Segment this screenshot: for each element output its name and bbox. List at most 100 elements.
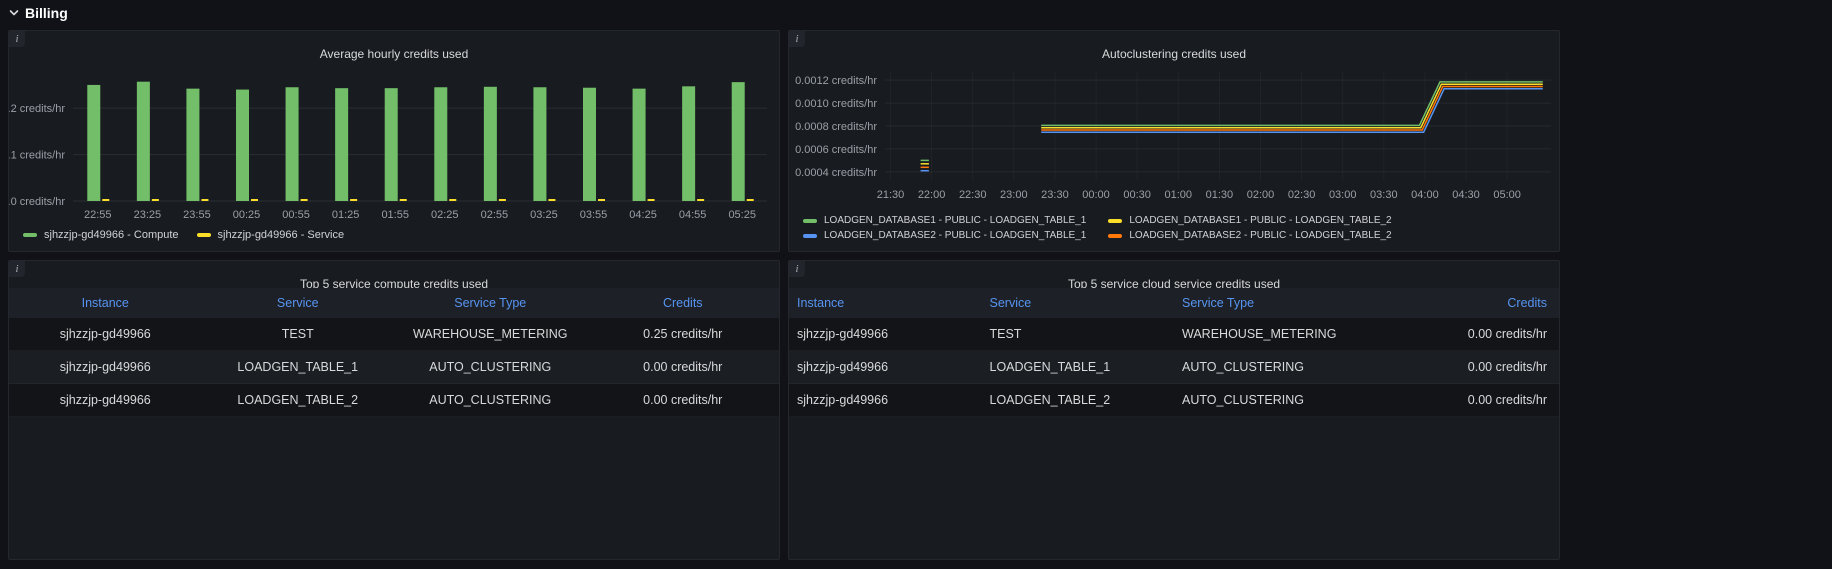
x-tick-label: 22:55 bbox=[84, 209, 112, 221]
table-cell: 0.25 credits/hr bbox=[587, 318, 780, 351]
panel-autoclustering-credits: i Autoclustering credits used 0.0004 cre… bbox=[788, 30, 1560, 252]
table-row: sjhzzjp-gd49966 LOADGEN_TABLE_1 AUTO_CLU… bbox=[789, 351, 1559, 384]
info-glyph: i bbox=[15, 33, 18, 45]
legend-item-db1-table1[interactable]: LOADGEN_DATABASE1 - PUBLIC - LOADGEN_TAB… bbox=[803, 215, 1086, 226]
column-header-service-type[interactable]: Service Type bbox=[1174, 288, 1367, 318]
bar-compute[interactable] bbox=[533, 87, 546, 201]
x-tick-label: 03:25 bbox=[530, 209, 558, 221]
y-tick-label: 0.2 credits/hr bbox=[9, 103, 65, 115]
bar-service[interactable] bbox=[697, 199, 704, 201]
table-cell: sjhzzjp-gd49966 bbox=[9, 384, 202, 417]
x-tick-label: 02:25 bbox=[431, 209, 459, 221]
legend-color-marker bbox=[803, 234, 817, 238]
legend-item-compute[interactable]: sjhzzjp-gd49966 - Compute bbox=[23, 229, 179, 241]
bar-service[interactable] bbox=[350, 199, 357, 201]
bar-compute[interactable] bbox=[385, 88, 398, 201]
panel-info-icon[interactable]: i bbox=[9, 261, 25, 277]
line-chart[interactable]: 0.0004 credits/hr0.0006 credits/hr0.0008… bbox=[789, 59, 1559, 211]
table-cell: 0.00 credits/hr bbox=[587, 351, 780, 384]
bar-chart[interactable]: 0.0 credits/hr0.1 credits/hr0.2 credits/… bbox=[9, 59, 779, 227]
legend-item-db1-table2[interactable]: LOADGEN_DATABASE1 - PUBLIC - LOADGEN_TAB… bbox=[1108, 215, 1391, 226]
bar-service[interactable] bbox=[251, 199, 258, 201]
legend-label: LOADGEN_DATABASE1 - PUBLIC - LOADGEN_TAB… bbox=[824, 215, 1086, 226]
bar-compute[interactable] bbox=[682, 86, 695, 201]
column-header-service-type[interactable]: Service Type bbox=[394, 288, 587, 318]
legend-label: sjhzzjp-gd49966 - Compute bbox=[44, 229, 179, 241]
bar-compute[interactable] bbox=[583, 88, 596, 201]
legend-color-marker bbox=[1108, 234, 1122, 238]
bar-service[interactable] bbox=[102, 199, 109, 201]
column-header-instance[interactable]: Instance bbox=[789, 288, 982, 318]
table-row: sjhzzjp-gd49966 LOADGEN_TABLE_2 AUTO_CLU… bbox=[9, 384, 779, 417]
legend-label: LOADGEN_DATABASE2 - PUBLIC - LOADGEN_TAB… bbox=[1129, 230, 1391, 241]
x-tick-label: 04:25 bbox=[629, 209, 657, 221]
table-cell: WAREHOUSE_METERING bbox=[394, 318, 587, 351]
bar-service[interactable] bbox=[449, 199, 456, 201]
bar-compute[interactable] bbox=[434, 87, 447, 201]
table-cell: 0.00 credits/hr bbox=[1367, 318, 1560, 351]
bar-service[interactable] bbox=[152, 199, 159, 201]
panel-info-icon[interactable]: i bbox=[789, 31, 805, 47]
column-header-instance[interactable]: Instance bbox=[9, 288, 202, 318]
x-tick-label: 05:00 bbox=[1493, 189, 1521, 201]
bar-service[interactable] bbox=[201, 199, 208, 201]
x-tick-label: 21:30 bbox=[877, 189, 905, 201]
table-cell: sjhzzjp-gd49966 bbox=[789, 318, 982, 351]
bar-compute[interactable] bbox=[732, 82, 745, 201]
y-tick-label: 0.0010 credits/hr bbox=[795, 98, 877, 110]
x-tick-label: 00:25 bbox=[233, 209, 261, 221]
series-line[interactable] bbox=[1041, 84, 1543, 128]
x-tick-label: 04:00 bbox=[1411, 189, 1439, 201]
x-tick-label: 05:25 bbox=[728, 209, 756, 221]
bar-service[interactable] bbox=[400, 199, 407, 201]
bar-chart-canvas[interactable]: 0.0 credits/hr0.1 credits/hr0.2 credits/… bbox=[9, 59, 779, 227]
legend-color-marker bbox=[803, 219, 817, 223]
bar-service[interactable] bbox=[598, 199, 605, 201]
x-tick-label: 02:30 bbox=[1288, 189, 1316, 201]
chart-legend: LOADGEN_DATABASE1 - PUBLIC - LOADGEN_TAB… bbox=[803, 215, 1392, 241]
legend-item-db2-table1[interactable]: LOADGEN_DATABASE2 - PUBLIC - LOADGEN_TAB… bbox=[803, 230, 1086, 241]
table-cell: AUTO_CLUSTERING bbox=[1174, 384, 1367, 417]
legend-color-marker bbox=[1108, 219, 1122, 223]
bar-service[interactable] bbox=[648, 199, 655, 201]
column-header-service[interactable]: Service bbox=[982, 288, 1175, 318]
y-tick-label: 0.0004 credits/hr bbox=[795, 167, 877, 179]
legend-label: LOADGEN_DATABASE1 - PUBLIC - LOADGEN_TAB… bbox=[1129, 215, 1391, 226]
table-cell: TEST bbox=[202, 318, 395, 351]
x-tick-label: 01:55 bbox=[381, 209, 409, 221]
panel-info-icon[interactable]: i bbox=[9, 31, 25, 47]
panel-info-icon[interactable]: i bbox=[789, 261, 805, 277]
bar-service[interactable] bbox=[747, 199, 754, 201]
bar-compute[interactable] bbox=[484, 87, 497, 201]
column-header-credits[interactable]: Credits bbox=[587, 288, 780, 318]
bar-compute[interactable] bbox=[286, 87, 299, 201]
legend-label: sjhzzjp-gd49966 - Service bbox=[218, 229, 345, 241]
table-cell: sjhzzjp-gd49966 bbox=[789, 351, 982, 384]
table-row: sjhzzjp-gd49966 LOADGEN_TABLE_2 AUTO_CLU… bbox=[789, 384, 1559, 417]
column-header-credits[interactable]: Credits bbox=[1367, 288, 1560, 318]
series-line[interactable] bbox=[1041, 87, 1543, 131]
bar-compute[interactable] bbox=[186, 89, 199, 201]
line-chart-canvas[interactable]: 0.0004 credits/hr0.0006 credits/hr0.0008… bbox=[789, 59, 1559, 211]
bar-compute[interactable] bbox=[87, 85, 100, 201]
table-cell: sjhzzjp-gd49966 bbox=[9, 351, 202, 384]
column-header-service[interactable]: Service bbox=[202, 288, 395, 318]
y-tick-label: 0.0006 credits/hr bbox=[795, 144, 877, 156]
bar-compute[interactable] bbox=[633, 89, 646, 201]
bar-service[interactable] bbox=[499, 199, 506, 201]
bar-compute[interactable] bbox=[137, 82, 150, 201]
legend-item-db2-table2[interactable]: LOADGEN_DATABASE2 - PUBLIC - LOADGEN_TAB… bbox=[1108, 230, 1391, 241]
bar-service[interactable] bbox=[548, 199, 555, 201]
bar-compute[interactable] bbox=[335, 88, 348, 201]
table-cell: 0.00 credits/hr bbox=[1367, 384, 1560, 417]
bar-compute[interactable] bbox=[236, 90, 249, 201]
bar-service[interactable] bbox=[301, 199, 308, 201]
x-tick-label: 03:30 bbox=[1370, 189, 1398, 201]
legend-label: LOADGEN_DATABASE2 - PUBLIC - LOADGEN_TAB… bbox=[824, 230, 1086, 241]
x-tick-label: 03:55 bbox=[580, 209, 608, 221]
y-tick-label: 0.1 credits/hr bbox=[9, 150, 65, 162]
legend-item-service[interactable]: sjhzzjp-gd49966 - Service bbox=[197, 229, 345, 241]
table-cell: 0.00 credits/hr bbox=[587, 384, 780, 417]
row-header-billing[interactable]: Billing bbox=[8, 2, 68, 24]
table-header-row: Instance Service Service Type Credits bbox=[9, 288, 779, 318]
